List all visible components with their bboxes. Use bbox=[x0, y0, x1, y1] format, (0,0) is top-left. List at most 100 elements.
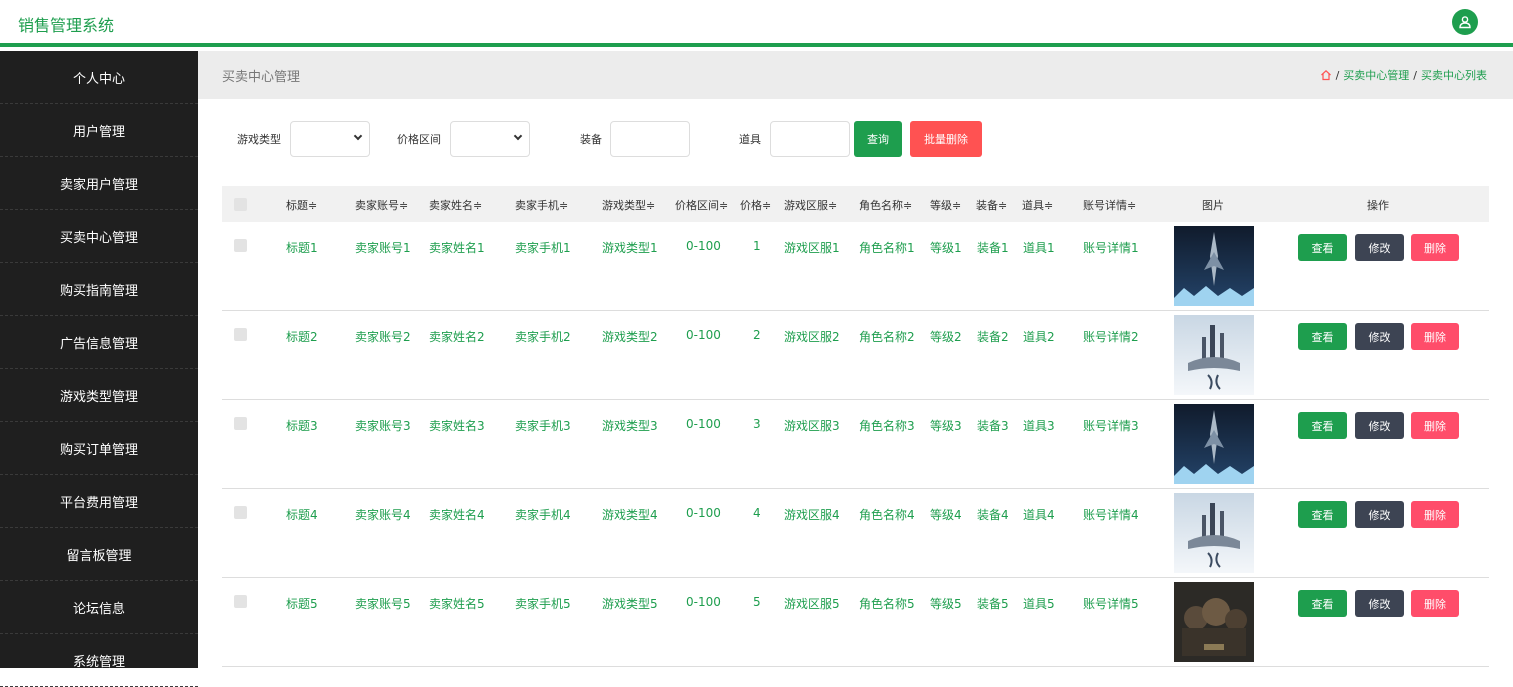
cell-seller-phone: 卖家手机3 bbox=[515, 419, 571, 433]
col-equipment[interactable]: 装备≑ bbox=[976, 197, 1007, 213]
breadcrumb-trade-center[interactable]: 买卖中心管理 bbox=[1343, 67, 1409, 83]
col-level[interactable]: 等级≑ bbox=[930, 197, 961, 213]
table-row: 标题1 卖家账号1 卖家姓名1 卖家手机1 游戏类型1 0-100 1 游戏区服1 角色名称1 等… bbox=[222, 222, 1489, 311]
sidebar-item-game-types[interactable]: 游戏类型管理 bbox=[0, 369, 198, 422]
cell-level: 等级5 bbox=[930, 597, 962, 611]
edit-button[interactable]: 修改 bbox=[1355, 234, 1404, 261]
sidebar-item-purchase-guide[interactable]: 购买指南管理 bbox=[0, 263, 198, 316]
row-checkbox[interactable] bbox=[234, 239, 247, 252]
col-prop[interactable]: 道具≑ bbox=[1022, 197, 1053, 213]
sidebar-item-seller-users[interactable]: 卖家用户管理 bbox=[0, 157, 198, 210]
row-checkbox[interactable] bbox=[234, 595, 247, 608]
equipment-input[interactable] bbox=[610, 121, 690, 157]
row-checkbox[interactable] bbox=[234, 506, 247, 519]
cell-price: 1 bbox=[753, 239, 761, 253]
search-button[interactable]: 查询 bbox=[854, 121, 902, 157]
cell-price-range: 0-100 bbox=[686, 328, 721, 342]
cell-seller-name: 卖家姓名3 bbox=[429, 419, 485, 433]
cell-account-detail: 账号详情5 bbox=[1083, 597, 1139, 611]
cell-prop: 道具2 bbox=[1023, 330, 1055, 344]
table-row: 标题2 卖家账号2 卖家姓名2 卖家手机2 游戏类型2 0-100 2 游戏区服2 角色名称2 等… bbox=[222, 311, 1489, 400]
cell-seller-account: 卖家账号2 bbox=[355, 330, 411, 344]
view-button[interactable]: 查看 bbox=[1298, 323, 1347, 350]
cell-seller-account: 卖家账号4 bbox=[355, 508, 411, 522]
home-icon[interactable] bbox=[1320, 69, 1332, 81]
cell-seller-account: 卖家账号3 bbox=[355, 419, 411, 433]
col-title[interactable]: 标题≑ bbox=[286, 197, 317, 213]
col-seller-phone[interactable]: 卖家手机≑ bbox=[515, 197, 568, 213]
cell-role-name: 角色名称5 bbox=[859, 597, 915, 611]
edit-button[interactable]: 修改 bbox=[1355, 590, 1404, 617]
table-header: 标题≑ 卖家账号≑ 卖家姓名≑ 卖家手机≑ 游戏类型≑ 价格区间≑ 价格≑ 游戏… bbox=[222, 186, 1489, 222]
delete-button[interactable]: 删除 bbox=[1411, 234, 1459, 261]
app-title: 销售管理系统 bbox=[18, 16, 115, 35]
col-price[interactable]: 价格≑ bbox=[740, 197, 771, 213]
chevron-down-icon bbox=[353, 131, 363, 141]
row-checkbox[interactable] bbox=[234, 417, 247, 430]
cell-equipment: 装备3 bbox=[977, 419, 1009, 433]
cell-prop: 道具5 bbox=[1023, 597, 1055, 611]
cell-seller-account: 卖家账号1 bbox=[355, 241, 411, 255]
delete-button[interactable]: 删除 bbox=[1411, 412, 1459, 439]
cell-title: 标题1 bbox=[286, 241, 318, 255]
sidebar-item-system[interactable]: 系统管理 bbox=[0, 634, 198, 687]
cell-seller-phone: 卖家手机5 bbox=[515, 597, 571, 611]
sidebar-item-personal-center[interactable]: 个人中心 bbox=[0, 51, 198, 104]
user-icon bbox=[1459, 16, 1471, 29]
edit-button[interactable]: 修改 bbox=[1355, 501, 1404, 528]
cell-prop: 道具4 bbox=[1023, 508, 1055, 522]
prop-input[interactable] bbox=[770, 121, 850, 157]
cell-server: 游戏区服3 bbox=[784, 419, 840, 433]
col-actions: 操作 bbox=[1367, 199, 1389, 212]
cell-seller-phone: 卖家手机1 bbox=[515, 241, 571, 255]
sidebar-item-trade-center[interactable]: 买卖中心管理 bbox=[0, 210, 198, 263]
col-seller-account[interactable]: 卖家账号≑ bbox=[355, 197, 408, 213]
cell-prop: 道具3 bbox=[1023, 419, 1055, 433]
sidebar-item-user-management[interactable]: 用户管理 bbox=[0, 104, 198, 157]
col-account-detail[interactable]: 账号详情≑ bbox=[1083, 197, 1136, 213]
batch-delete-button[interactable]: 批量删除 bbox=[910, 121, 982, 157]
cell-role-name: 角色名称4 bbox=[859, 508, 915, 522]
cell-role-name: 角色名称3 bbox=[859, 419, 915, 433]
edit-button[interactable]: 修改 bbox=[1355, 323, 1404, 350]
filter-bar: 游戏类型 价格区间 装备 道具 查询 批量删除 bbox=[198, 121, 1513, 157]
view-button[interactable]: 查看 bbox=[1298, 590, 1347, 617]
col-seller-name[interactable]: 卖家姓名≑ bbox=[429, 197, 482, 213]
col-server[interactable]: 游戏区服≑ bbox=[784, 197, 837, 213]
sidebar-item-orders[interactable]: 购买订单管理 bbox=[0, 422, 198, 475]
breadcrumb-trade-list: 买卖中心列表 bbox=[1421, 69, 1487, 82]
sidebar-item-ad-info[interactable]: 广告信息管理 bbox=[0, 316, 198, 369]
select-all-checkbox[interactable] bbox=[234, 198, 247, 211]
user-avatar[interactable] bbox=[1452, 9, 1478, 35]
top-bar: 销售管理系统 bbox=[0, 0, 1513, 47]
view-button[interactable]: 查看 bbox=[1298, 234, 1347, 261]
cell-account-detail: 账号详情2 bbox=[1083, 330, 1139, 344]
delete-button[interactable]: 删除 bbox=[1411, 590, 1459, 617]
col-price-range[interactable]: 价格区间≑ bbox=[675, 197, 728, 213]
price-range-select[interactable] bbox=[450, 121, 530, 157]
sidebar-item-forum[interactable]: 论坛信息 bbox=[0, 581, 198, 634]
cell-price: 5 bbox=[753, 595, 761, 609]
sidebar-item-platform-fees[interactable]: 平台费用管理 bbox=[0, 475, 198, 528]
breadcrumb-bar: 买卖中心管理 / 买卖中心管理 / 买卖中心列表 bbox=[198, 51, 1513, 99]
table-row: 标题4 卖家账号4 卖家姓名4 卖家手机4 游戏类型4 0-100 4 游戏区服4 角色名称4 等… bbox=[222, 489, 1489, 578]
chevron-down-icon bbox=[513, 131, 523, 141]
table-row: 标题5 卖家账号5 卖家姓名5 卖家手机5 游戏类型5 0-100 5 游戏区服5 角色名称5 等… bbox=[222, 578, 1489, 667]
sidebar-item-message-board[interactable]: 留言板管理 bbox=[0, 528, 198, 581]
item-image bbox=[1174, 315, 1254, 395]
view-button[interactable]: 查看 bbox=[1298, 412, 1347, 439]
delete-button[interactable]: 删除 bbox=[1411, 323, 1459, 350]
edit-button[interactable]: 修改 bbox=[1355, 412, 1404, 439]
table-row: 标题3 卖家账号3 卖家姓名3 卖家手机3 游戏类型3 0-100 3 游戏区服3 角色名称3 等… bbox=[222, 400, 1489, 489]
sidebar: 个人中心 用户管理 卖家用户管理 买卖中心管理 购买指南管理 广告信息管理 游戏… bbox=[0, 51, 198, 687]
cell-equipment: 装备1 bbox=[977, 241, 1009, 255]
game-type-select[interactable] bbox=[290, 121, 370, 157]
view-button[interactable]: 查看 bbox=[1298, 501, 1347, 528]
col-game-type[interactable]: 游戏类型≑ bbox=[602, 197, 655, 213]
cell-role-name: 角色名称1 bbox=[859, 241, 915, 255]
delete-button[interactable]: 删除 bbox=[1411, 501, 1459, 528]
col-role-name[interactable]: 角色名称≑ bbox=[859, 197, 912, 213]
cell-game-type: 游戏类型3 bbox=[602, 419, 658, 433]
cell-account-detail: 账号详情1 bbox=[1083, 241, 1139, 255]
row-checkbox[interactable] bbox=[234, 328, 247, 341]
